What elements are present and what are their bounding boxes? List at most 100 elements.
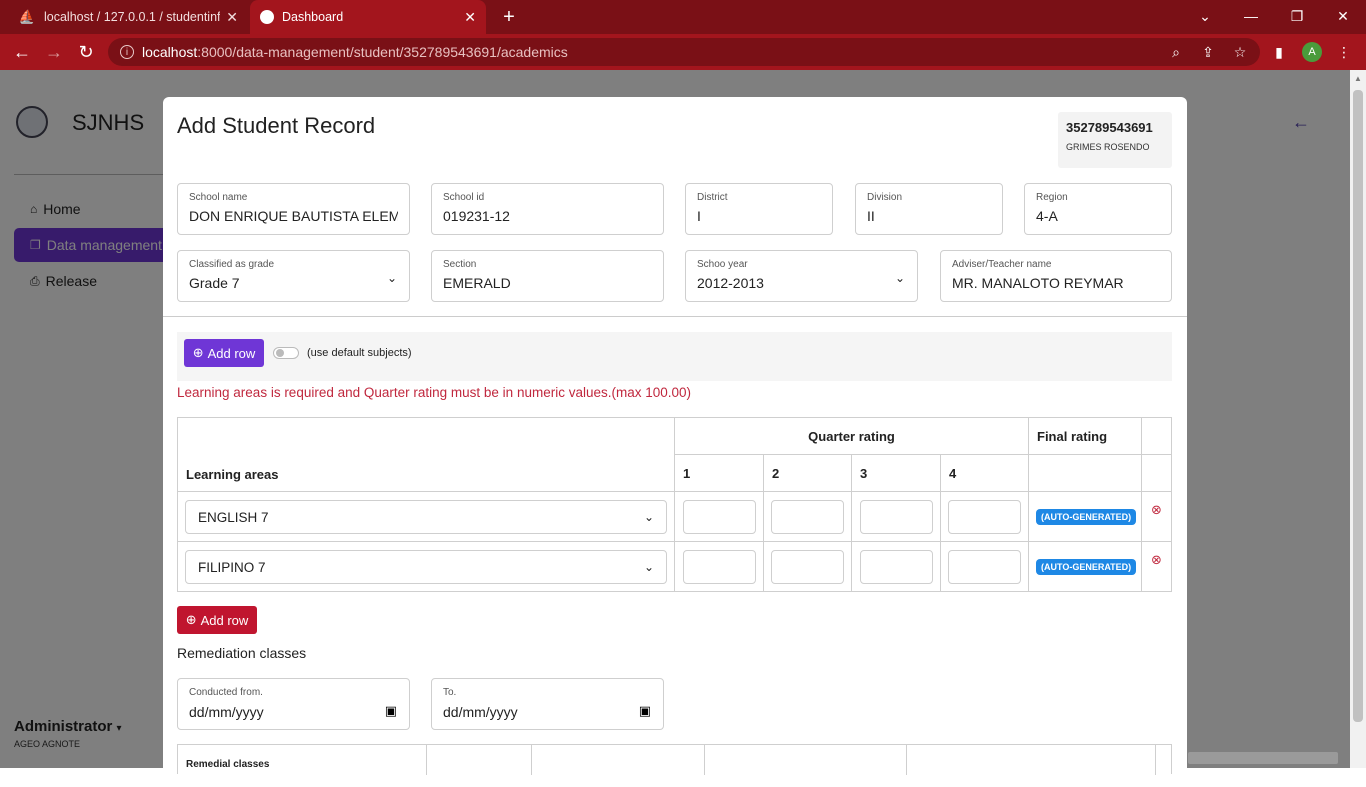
quarter-4-input[interactable] xyxy=(948,549,1021,584)
quarter-1-input[interactable] xyxy=(682,499,756,534)
final-rating-subheader xyxy=(1028,454,1142,492)
share-icon[interactable]: ⇪ xyxy=(1198,42,1218,62)
chevron-down-icon[interactable]: ⌄ xyxy=(1182,0,1228,32)
learning-areas-table: Learning areas Quarter rating Final rati… xyxy=(177,417,1172,592)
quarter-1-input[interactable] xyxy=(682,549,756,584)
scrollbar-thumb[interactable] xyxy=(1353,90,1363,722)
field-value: MR. MANALOTO REYMAR xyxy=(952,275,1124,291)
division-field[interactable]: Division II xyxy=(855,183,1003,235)
field-value: II xyxy=(867,208,875,224)
horizontal-scrollbar[interactable] xyxy=(1188,752,1338,764)
restore-icon[interactable]: ❐ xyxy=(1274,0,1320,32)
toggle-knob xyxy=(276,349,284,357)
field-label: District xyxy=(697,192,728,203)
student-id-card: 352789543691 GRIMES ROSENDO xyxy=(1058,112,1172,168)
quarter-2-input[interactable] xyxy=(771,549,844,584)
browser-tab-phpmyadmin[interactable]: ⛵ localhost / 127.0.0.1 / studentinfo ✕ xyxy=(8,0,248,34)
field-label: Conducted from. xyxy=(189,687,263,698)
minimize-icon[interactable]: — xyxy=(1228,0,1274,32)
sidepanel-icon[interactable]: ▮ xyxy=(1269,42,1289,62)
actions-header xyxy=(1141,417,1172,455)
district-field[interactable]: District I xyxy=(685,183,833,235)
field-label: Section xyxy=(443,259,477,270)
learning-area-select[interactable]: ENGLISH 7 ⌄ xyxy=(185,499,667,534)
field-value: 019231-12 xyxy=(443,208,510,224)
field-value: dd/mm/yyyy xyxy=(189,704,264,720)
remove-row-icon[interactable]: ⊗ xyxy=(1142,502,1171,518)
browser-tab-bar: ⛵ localhost / 127.0.0.1 / studentinfo ✕ … xyxy=(0,0,1366,34)
reload-icon[interactable]: ↻ xyxy=(73,40,99,64)
quarter-header: 1 xyxy=(674,454,764,492)
quarter-3-input[interactable] xyxy=(859,499,933,534)
conducted-from-date[interactable]: Conducted from. dd/mm/yyyy ▣ xyxy=(177,678,410,730)
field-label: Classified as grade xyxy=(189,259,275,270)
profile-avatar[interactable]: A xyxy=(1302,42,1322,62)
chevron-down-icon: ⌄ xyxy=(643,509,654,524)
grade-select[interactable]: Classified as grade Grade 7 ⌄ xyxy=(177,250,410,302)
select-value: ENGLISH 7 xyxy=(198,509,269,525)
subjects-toolbar: ⊕ Add row (use default subjects) xyxy=(177,332,1172,381)
close-icon[interactable]: ✕ xyxy=(464,9,476,26)
field-value: EMERALD xyxy=(443,275,511,291)
close-window-icon[interactable]: ✕ xyxy=(1320,0,1366,32)
learning-areas-header: Learning areas xyxy=(177,417,675,492)
calendar-icon[interactable]: ▣ xyxy=(385,703,397,719)
school-year-select[interactable]: Schoo year 2012-2013 ⌄ xyxy=(685,250,918,302)
quarter-4-input[interactable] xyxy=(948,499,1021,534)
remedial-classes-header: Remedial classes xyxy=(186,759,270,770)
field-value: I xyxy=(697,208,701,224)
auto-generated-badge: (AUTO-GENERATED) xyxy=(1036,559,1137,575)
field-value: dd/mm/yyyy xyxy=(443,704,518,720)
calendar-icon[interactable]: ▣ xyxy=(639,703,651,719)
close-icon[interactable]: ✕ xyxy=(226,9,238,26)
final-rating-header: Final rating xyxy=(1028,417,1142,455)
star-icon[interactable]: ☆ xyxy=(1230,42,1250,62)
scrollbar[interactable]: ▲ xyxy=(1350,70,1366,768)
field-label: Division xyxy=(867,192,903,203)
school-id-field[interactable]: School id 019231-12 xyxy=(431,183,664,235)
field-label: School name xyxy=(189,192,248,203)
plus-circle-icon: ⊕ xyxy=(185,612,197,627)
school-name-field[interactable]: School name DON ENRIQUE BAUTISTA ELEMEI xyxy=(177,183,410,235)
column-divider xyxy=(426,745,427,775)
quarter-header: 3 xyxy=(851,454,941,492)
scroll-up-icon[interactable]: ▲ xyxy=(1354,74,1362,83)
phpmyadmin-icon: ⛵ xyxy=(18,9,36,24)
quarter-rating-header: Quarter rating xyxy=(674,417,1029,455)
field-value: 2012-2013 xyxy=(697,275,764,291)
forward-icon[interactable]: → xyxy=(41,40,67,64)
field-label: Region xyxy=(1036,192,1068,203)
address-bar[interactable]: i localhost:8000/data-management/student… xyxy=(108,38,1260,66)
back-icon[interactable]: ← xyxy=(9,40,35,64)
remove-row-icon[interactable]: ⊗ xyxy=(1142,552,1171,568)
menu-icon[interactable]: ⋮ xyxy=(1334,42,1354,62)
column-divider xyxy=(906,745,907,775)
field-value: Grade 7 xyxy=(189,275,240,291)
browser-tab-dashboard[interactable]: Dashboard ✕ xyxy=(250,0,486,34)
button-label: Add row xyxy=(207,345,256,361)
adviser-field[interactable]: Adviser/Teacher name MR. MANALOTO REYMAR xyxy=(940,250,1172,302)
region-field[interactable]: Region 4-A xyxy=(1024,183,1172,235)
new-tab-icon[interactable]: + xyxy=(498,4,520,30)
section-field[interactable]: Section EMERALD xyxy=(431,250,664,302)
table-row: FILIPINO 7 ⌄ (AUTO-GENERATED) ⊗ xyxy=(177,541,1172,592)
field-value: 4-A xyxy=(1036,208,1058,224)
add-row-button[interactable]: ⊕ Add row xyxy=(184,339,264,367)
student-id: 352789543691 xyxy=(1066,120,1153,135)
quarter-header: 2 xyxy=(763,454,852,492)
table-row: ENGLISH 7 ⌄ (AUTO-GENERATED) ⊗ xyxy=(177,491,1172,542)
default-subjects-toggle[interactable] xyxy=(273,347,299,359)
quarter-2-input[interactable] xyxy=(771,499,844,534)
learning-area-select[interactable]: FILIPINO 7 ⌄ xyxy=(185,549,667,584)
info-icon[interactable]: i xyxy=(120,45,134,59)
field-value: DON ENRIQUE BAUTISTA ELEMEI xyxy=(189,208,398,224)
add-row-bottom-button[interactable]: ⊕ Add row xyxy=(177,606,257,634)
url-host: localhost xyxy=(142,44,198,60)
column-divider xyxy=(1155,745,1156,775)
auto-generated-badge: (AUTO-GENERATED) xyxy=(1036,509,1137,525)
quarter-3-input[interactable] xyxy=(859,549,933,584)
divider xyxy=(163,316,1187,317)
zoom-icon[interactable]: ⌕ xyxy=(1166,42,1186,62)
field-label: Adviser/Teacher name xyxy=(952,259,1052,270)
conducted-to-date[interactable]: To. dd/mm/yyyy ▣ xyxy=(431,678,664,730)
